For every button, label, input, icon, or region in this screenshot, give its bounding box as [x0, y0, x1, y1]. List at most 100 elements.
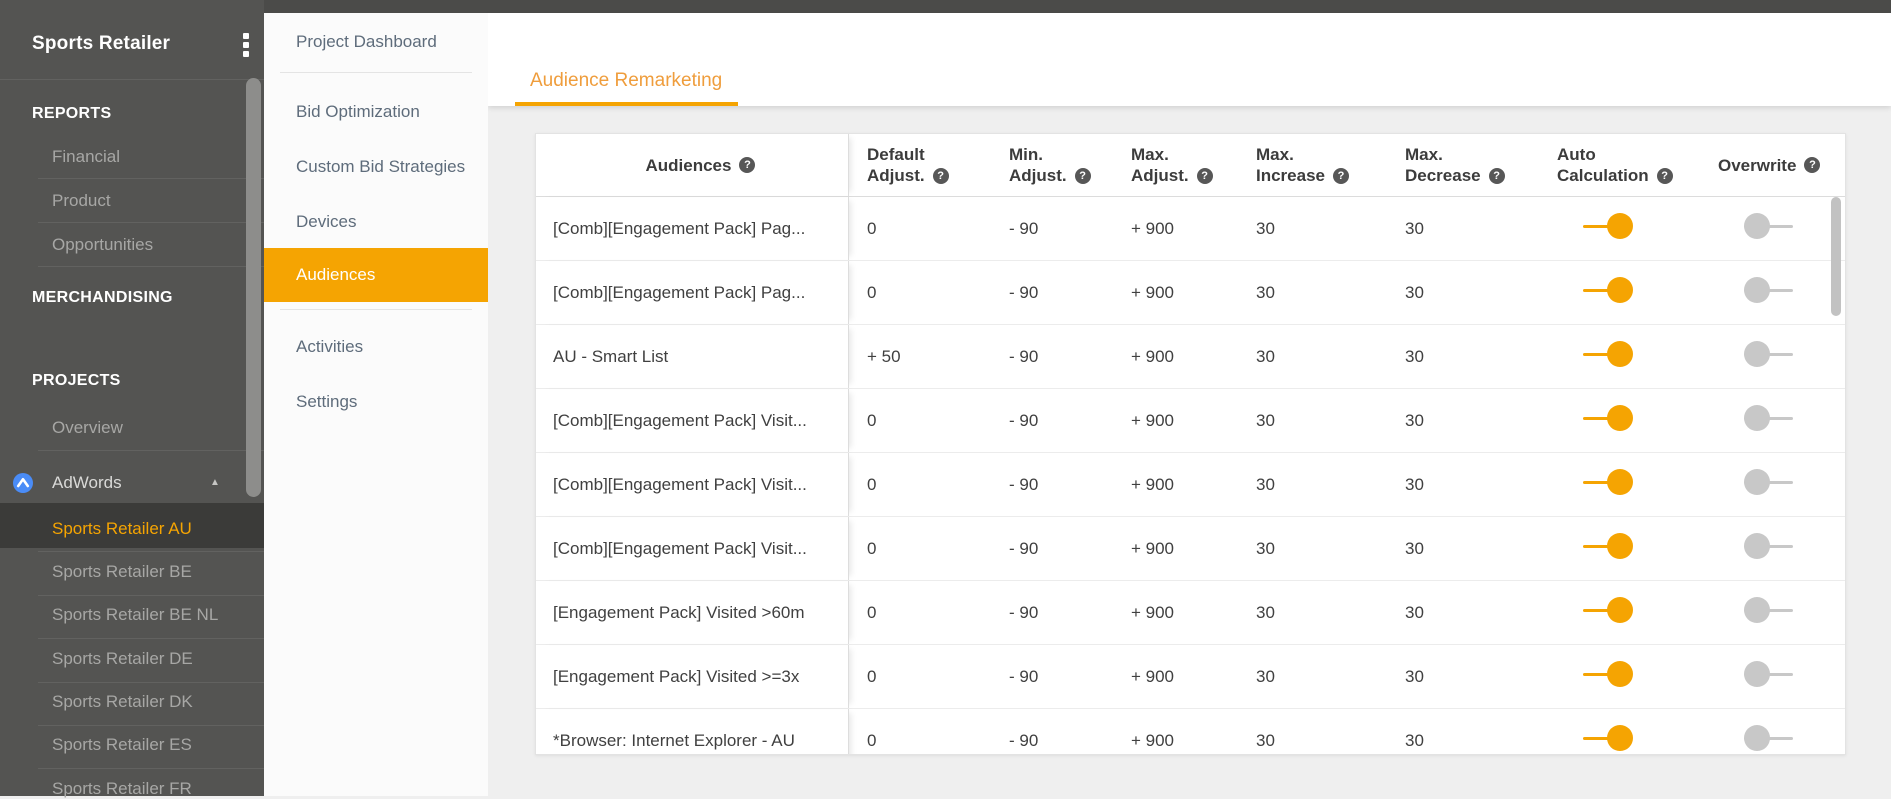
sidebar-item-sports-retailer-fr[interactable]: Sports Retailer FR [52, 779, 192, 799]
chevron-up-icon[interactable]: ▲ [210, 477, 220, 488]
audience-name: [Comb][Engagement Pack] Visit... [553, 410, 807, 430]
table-row[interactable]: [Comb][Engagement Pack] Visit... 0 - 90 … [536, 517, 1845, 581]
table-row[interactable]: AU - Smart List + 50 - 90 + 900 30 30 [536, 325, 1845, 389]
table-row[interactable]: [Engagement Pack] Visited >60m 0 - 90 + … [536, 581, 1845, 645]
default-adjust-cell: 0 [867, 282, 877, 302]
sidebar-item-sports-retailer-be[interactable]: Sports Retailer BE [52, 562, 192, 582]
sidebar-item-sports-retailer-de[interactable]: Sports Retailer DE [52, 649, 193, 669]
max-increase-cell: 30 [1256, 474, 1275, 494]
overwrite-toggle[interactable] [1744, 725, 1794, 751]
sidebar-item-settings[interactable]: Settings [296, 392, 357, 412]
auto-calculation-toggle[interactable] [1583, 661, 1633, 687]
auto-calculation-toggle[interactable] [1583, 341, 1633, 367]
table-scrollbar[interactable] [1831, 197, 1841, 316]
audience-name: [Comb][Engagement Pack] Pag... [553, 282, 806, 302]
help-icon[interactable]: ? [1804, 157, 1821, 173]
divider [38, 222, 264, 223]
max-decrease-cell: 30 [1405, 602, 1424, 622]
sidebar-item-product[interactable]: Product [52, 191, 111, 211]
min-adjust-cell: - 90 [1009, 538, 1039, 558]
sidebar-item-bid-optimization[interactable]: Bid Optimization [296, 102, 420, 122]
auto-calculation-toggle[interactable] [1583, 597, 1633, 623]
sidebar-item-activities[interactable]: Activities [296, 337, 363, 357]
sidebar-item-audiences[interactable]: Audiences [264, 248, 488, 302]
max-decrease-cell: 30 [1405, 410, 1424, 430]
help-icon[interactable]: ? [739, 157, 756, 173]
max-decrease-cell: 30 [1405, 282, 1424, 302]
table-row[interactable]: [Comb][Engagement Pack] Visit... 0 - 90 … [536, 389, 1845, 453]
help-icon[interactable]: ? [1488, 167, 1505, 184]
adwords-icon [13, 473, 33, 493]
max-decrease-cell: 30 [1405, 538, 1424, 558]
sidebar-item-sports-retailer-es[interactable]: Sports Retailer ES [52, 735, 192, 755]
max-increase-cell: 30 [1256, 282, 1275, 302]
sidebar-item-sports-retailer-be-nl[interactable]: Sports Retailer BE NL [52, 605, 218, 625]
sidebar-primary: Sports Retailer REPORTS Financial Produc… [0, 0, 264, 799]
table-row[interactable]: [Comb][Engagement Pack] Pag... 0 - 90 + … [536, 197, 1845, 261]
sidebar-scrollbar[interactable] [246, 78, 261, 497]
max-adjust-cell: + 900 [1131, 474, 1175, 494]
column-header-auto-calculation: Auto Calculation? [1539, 134, 1700, 196]
table-row[interactable]: [Engagement Pack] Visited >=3x 0 - 90 + … [536, 645, 1845, 709]
max-adjust-cell: + 900 [1131, 602, 1175, 622]
sidebar-item-overview[interactable]: Overview [52, 418, 123, 438]
help-icon[interactable]: ? [1656, 167, 1673, 184]
min-adjust-cell: - 90 [1009, 282, 1039, 302]
table-row[interactable]: [Comb][Engagement Pack] Pag... 0 - 90 + … [536, 261, 1845, 325]
max-adjust-cell: + 900 [1131, 538, 1175, 558]
auto-calculation-toggle[interactable] [1583, 533, 1633, 559]
kebab-menu-icon[interactable] [243, 33, 251, 60]
help-icon[interactable]: ? [1333, 167, 1349, 184]
overwrite-toggle[interactable] [1744, 533, 1794, 559]
help-icon[interactable]: ? [1196, 167, 1213, 184]
tab-audience-remarketing[interactable]: Audience Remarketing [530, 70, 722, 92]
help-icon[interactable]: ? [1074, 167, 1091, 184]
min-adjust-cell: - 90 [1009, 730, 1039, 750]
overwrite-toggle[interactable] [1744, 469, 1794, 495]
sidebar-item-devices[interactable]: Devices [296, 212, 356, 232]
sidebar-item-project-dashboard[interactable]: Project Dashboard [296, 32, 437, 52]
sidebar-item-financial[interactable]: Financial [52, 147, 120, 167]
max-adjust-cell: + 900 [1131, 730, 1175, 750]
auto-calculation-toggle[interactable] [1583, 725, 1633, 751]
overwrite-toggle[interactable] [1744, 661, 1794, 687]
auto-calculation-toggle[interactable] [1583, 405, 1633, 431]
auto-calculation-toggle[interactable] [1583, 213, 1633, 239]
overwrite-toggle[interactable] [1744, 341, 1794, 367]
app-title: Sports Retailer [32, 33, 171, 54]
sidebar-secondary: Project Dashboard Bid Optimization Custo… [264, 13, 488, 796]
help-icon[interactable]: ? [932, 167, 949, 184]
sidebar-item-sports-retailer-dk[interactable]: Sports Retailer DK [52, 692, 193, 712]
default-adjust-cell: 0 [867, 410, 877, 430]
overwrite-toggle[interactable] [1744, 277, 1794, 303]
max-decrease-cell: 30 [1405, 218, 1424, 238]
column-header-max-adjust: Max. Adjust.? [1113, 134, 1238, 196]
max-decrease-cell: 30 [1405, 474, 1424, 494]
sidebar-item-opportunities[interactable]: Opportunities [52, 235, 153, 255]
audience-cell: [Comb][Engagement Pack] Visit... [536, 517, 849, 580]
min-adjust-cell: - 90 [1009, 474, 1039, 494]
overwrite-toggle[interactable] [1744, 213, 1794, 239]
top-band [0, 0, 1891, 13]
audience-cell: [Engagement Pack] Visited >60m [536, 581, 849, 644]
sidebar-item-adwords[interactable]: AdWords [52, 473, 122, 493]
audience-name: AU - Smart List [553, 346, 669, 366]
audience-cell: [Engagement Pack] Visited >=3x [536, 645, 849, 708]
column-header-max-decrease: Max. Decrease? [1387, 134, 1539, 196]
tab-bar: Audience Remarketing [488, 13, 1891, 106]
table-row[interactable]: [Comb][Engagement Pack] Visit... 0 - 90 … [536, 453, 1845, 517]
sidebar-item-custom-bid-strategies[interactable]: Custom Bid Strategies [296, 157, 465, 177]
divider [38, 450, 264, 451]
overwrite-toggle[interactable] [1744, 597, 1794, 623]
section-label-merchandising: MERCHANDISING [32, 289, 173, 306]
max-adjust-cell: + 900 [1131, 346, 1175, 366]
auto-calculation-toggle[interactable] [1583, 277, 1633, 303]
overwrite-toggle[interactable] [1744, 405, 1794, 431]
divider [38, 266, 264, 267]
default-adjust-cell: 0 [867, 602, 877, 622]
max-increase-cell: 30 [1256, 602, 1275, 622]
auto-calculation-toggle[interactable] [1583, 469, 1633, 495]
table-header-row: Audiences? Default Adjust.? Min. Adjust.… [536, 134, 1845, 197]
default-adjust-cell: + 50 [867, 346, 901, 366]
table-row[interactable]: *Browser: Internet Explorer - AU 0 - 90 … [536, 709, 1845, 754]
